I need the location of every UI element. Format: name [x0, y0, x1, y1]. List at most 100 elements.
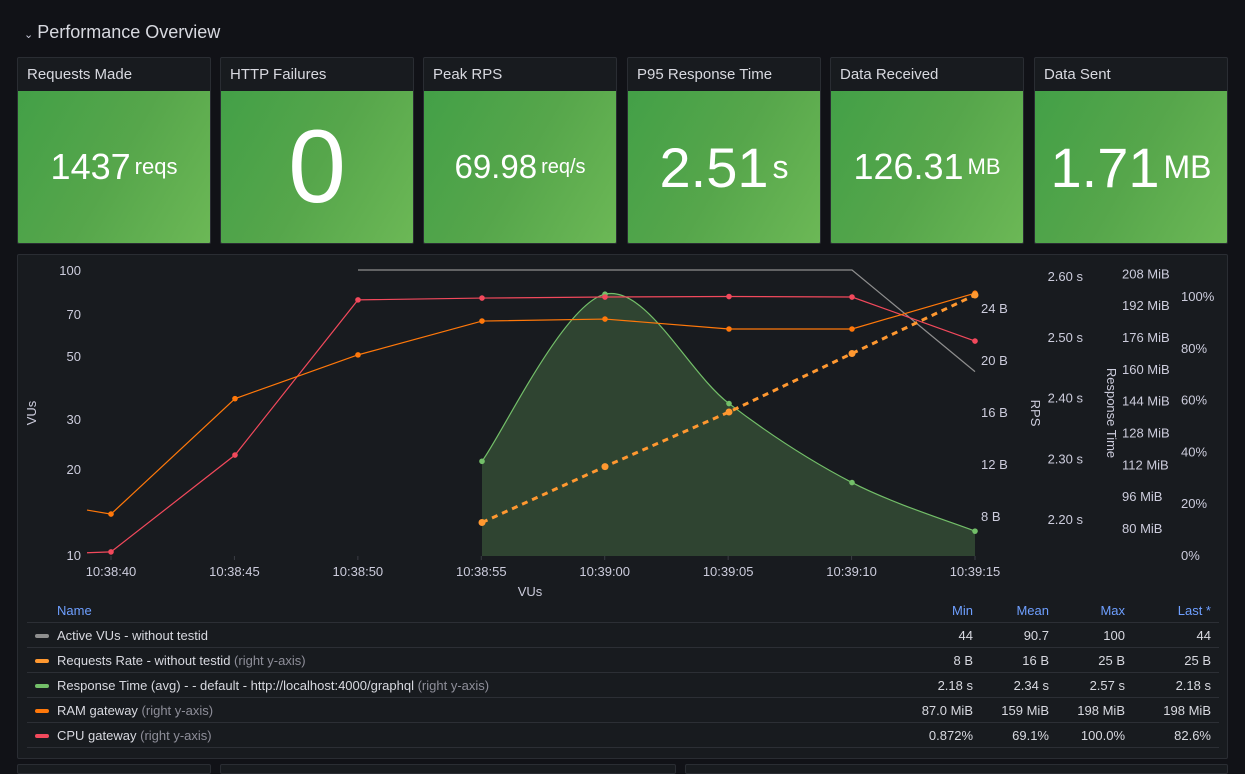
legend-last-value: 25 B	[1133, 647, 1219, 673]
legend-series-name[interactable]: CPU gateway (right y-axis)	[27, 722, 895, 748]
legend-series-name[interactable]: Response Time (avg) - - default - http:/…	[27, 672, 895, 698]
legend-header-name[interactable]: Name	[27, 598, 895, 623]
legend-row[interactable]: RAM gateway (right y-axis) 87.0 MiB 159 Mi…	[27, 697, 1219, 723]
series-area-response-time-avg-default-http-localhost-4000-graphql	[482, 293, 975, 556]
data-point-ram-gateway	[726, 326, 732, 332]
rps-tick-label: 8 B	[981, 509, 1001, 524]
legend-mean-value: 159 MiB	[981, 697, 1057, 723]
ram-tick-label: 128 MiB	[1122, 425, 1170, 440]
ram-tick-label: 96 MiB	[1122, 489, 1162, 504]
legend-row[interactable]: Requests Rate - without testid (right y-…	[27, 647, 1219, 673]
row-header-performance-overview[interactable]: ⌄ Performance Overview	[24, 18, 220, 46]
stat-panel-data-sent[interactable]: Data Sent 1.71 MB	[1034, 57, 1228, 244]
chevron-down-icon[interactable]: ⌄	[24, 28, 33, 41]
legend-series-name[interactable]: Active VUs - without testid	[27, 622, 895, 648]
data-point-cpu-gateway	[726, 293, 732, 300]
stat-panel-peak-rps[interactable]: Peak RPS 69.98 req/s	[423, 57, 617, 244]
data-point-cpu-gateway	[355, 297, 361, 303]
response-time-tick-label: 2.40 s	[1048, 391, 1084, 406]
legend-min-value: 87.0 MiB	[895, 697, 981, 723]
legend-header-min[interactable]: Min	[895, 598, 981, 623]
legend-last-value: 82.6%	[1133, 722, 1219, 748]
series-color-swatch[interactable]	[35, 684, 49, 689]
stat-panel-http-failures[interactable]: HTTP Failures 0	[220, 57, 414, 244]
row-title: Performance Overview	[37, 21, 221, 42]
legend-header-mean[interactable]: Mean	[981, 598, 1057, 623]
legend-last-value: 198 MiB	[1133, 697, 1219, 723]
series-color-swatch[interactable]	[35, 734, 49, 739]
y-tick-label: 30	[67, 412, 81, 427]
legend-row[interactable]: Response Time (avg) - - default - http:/…	[27, 672, 1219, 698]
stat-unit: reqs	[134, 154, 178, 179]
legend-min-value: 2.18 s	[895, 672, 981, 698]
y-tick-label: 100	[59, 263, 81, 278]
stat-panel-p95-response-time[interactable]: P95 Response Time 2.51 s	[627, 57, 821, 244]
rps-tick-label: 16 B	[981, 405, 1008, 420]
data-point-response-time-avg-default-http-localhost-4000-graphql	[972, 528, 978, 534]
panel-title: Peak RPS	[433, 66, 503, 83]
x-tick-label: 10:39:00	[579, 564, 630, 579]
panel-title: HTTP Failures	[230, 66, 327, 83]
x-tick-label: 10:38:45	[209, 564, 260, 579]
timeseries-chart[interactable]: 100 70 50 30 20 10 VUs 10:38:40 10:38:45 10:38:50…	[18, 255, 1227, 600]
legend-min-value: 0.872%	[895, 722, 981, 748]
stat-value-area: 2.51 s	[628, 91, 820, 243]
legend-header-max[interactable]: Max	[1057, 598, 1133, 623]
data-point-requests-rate-without-testid	[478, 519, 486, 526]
cpu-tick-label: 80%	[1181, 341, 1207, 356]
series-label: CPU gateway	[57, 727, 137, 743]
legend-series-name[interactable]: Requests Rate - without testid (right y-…	[27, 647, 895, 673]
legend-last-value: 2.18 s	[1133, 672, 1219, 698]
rps-tick-label: 12 B	[981, 457, 1008, 472]
series-label: Active VUs - without testid	[57, 627, 208, 643]
stat-unit: s	[772, 148, 789, 185]
legend-max-value: 100	[1057, 622, 1133, 648]
data-point-response-time-avg-default-http-localhost-4000-graphql	[726, 400, 732, 407]
series-label: Requests Rate - without testid	[57, 652, 231, 668]
stat-panels: Requests Made 1437 reqs HTTP Failures 0 P…	[17, 57, 1228, 244]
y-axis-label-rps: RPS	[1028, 400, 1043, 427]
rps-tick-label: 24 B	[981, 301, 1008, 316]
data-point-cpu-gateway	[849, 294, 855, 300]
ram-tick-label: 144 MiB	[1122, 394, 1170, 409]
panel-stub	[17, 764, 211, 774]
stat-value: 1.71	[1050, 135, 1160, 199]
stat-unit: MB	[967, 154, 1001, 179]
legend-series-name[interactable]: RAM gateway (right y-axis)	[27, 697, 895, 723]
stat-value: 1437	[50, 146, 131, 187]
stat-value: 69.98	[454, 148, 538, 185]
ram-tick-label: 176 MiB	[1122, 330, 1170, 345]
x-tick-label: 10:39:10	[826, 564, 877, 579]
cpu-tick-label: 100%	[1181, 289, 1215, 304]
cpu-tick-label: 40%	[1181, 444, 1207, 459]
stat-value-area: 1437 reqs	[18, 91, 210, 243]
legend-row[interactable]: Active VUs - without testid 44 90.7 100 44	[27, 622, 1219, 648]
data-point-requests-rate-without-testid	[725, 408, 733, 416]
panel-title: Data Received	[840, 66, 939, 83]
legend-min-value: 44	[895, 622, 981, 648]
response-time-tick-label: 2.50 s	[1048, 330, 1084, 345]
y-axis-label-response-time: Response Time	[1104, 368, 1119, 458]
series-color-swatch[interactable]	[35, 634, 49, 639]
stat-panel-requests-made[interactable]: Requests Made 1437 reqs	[17, 57, 211, 244]
stat-value: 2.51	[659, 135, 769, 199]
series-color-swatch[interactable]	[35, 709, 49, 714]
stat-value-area: 69.98 req/s	[424, 91, 616, 243]
legend-row[interactable]: CPU gateway (right y-axis) 0.872% 69.1% 100…	[27, 722, 1219, 748]
series-label: RAM gateway	[57, 702, 138, 718]
legend-max-value: 100.0%	[1057, 722, 1133, 748]
axis-placement-note: (right y-axis)	[141, 702, 214, 718]
timeseries-panel[interactable]: 100 70 50 30 20 10 VUs 10:38:40 10:38:45 10:38:50…	[17, 254, 1228, 759]
panel-title: Requests Made	[27, 66, 133, 83]
panel-stub	[685, 764, 1228, 774]
axis-placement-note: (right y-axis)	[234, 652, 306, 668]
legend-mean-value: 90.7	[981, 622, 1057, 648]
data-point-ram-gateway	[355, 352, 361, 358]
series-color-swatch[interactable]	[35, 659, 49, 664]
data-point-response-time-avg-default-http-localhost-4000-graphql	[849, 479, 855, 486]
stat-panel-data-received[interactable]: Data Received 126.31 MB	[830, 57, 1024, 244]
legend-header-last[interactable]: Last *	[1133, 598, 1219, 623]
legend-max-value: 25 B	[1057, 647, 1133, 673]
data-point-response-time-avg-default-http-localhost-4000-graphql	[479, 458, 485, 465]
x-axis-label: VUs	[518, 584, 543, 599]
